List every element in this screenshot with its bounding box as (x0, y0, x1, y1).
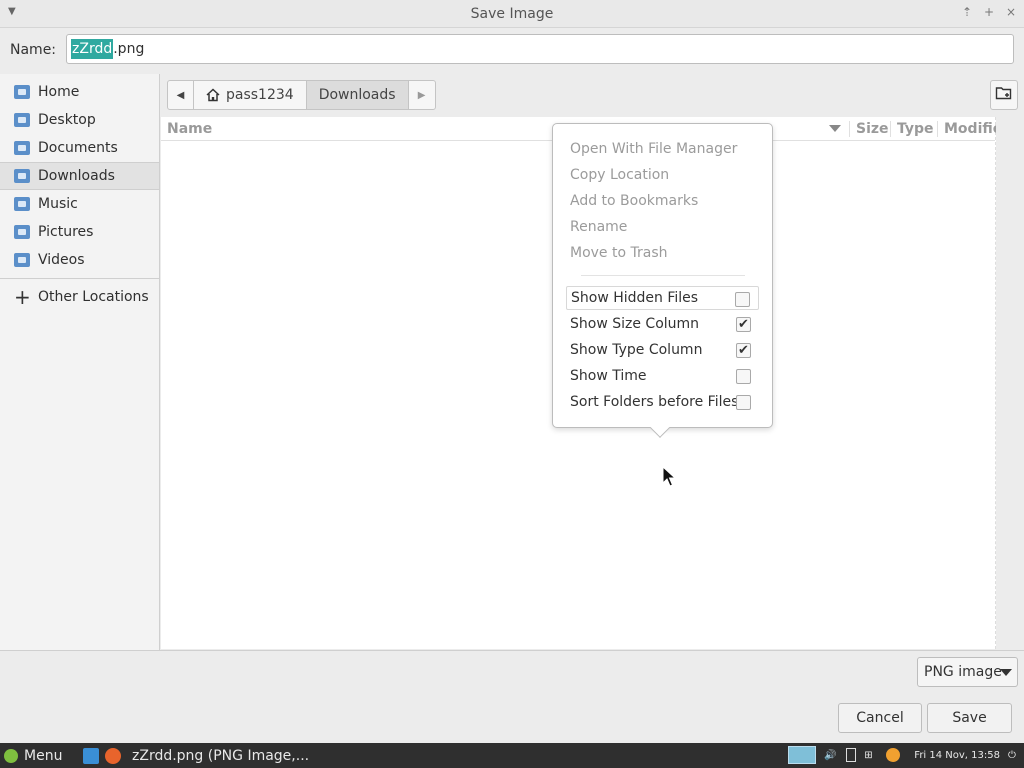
close-icon[interactable]: × (1004, 5, 1018, 19)
sidebar-item-videos[interactable]: Videos (0, 246, 159, 274)
documents-folder-icon (14, 141, 30, 155)
music-folder-icon (14, 197, 30, 211)
path-segment-home[interactable]: pass1234 (194, 81, 307, 109)
path-forward-button[interactable]: ▶ (409, 81, 435, 109)
toggle-show-size-column[interactable]: Show Size Column ✔ (566, 312, 759, 336)
network-icon[interactable]: ⊞ (864, 750, 878, 761)
taskbar-window-item[interactable]: zZrdd.png (PNG Image,... (132, 748, 309, 764)
start-menu-button[interactable]: Menu (0, 748, 80, 764)
window-title: Save Image (470, 5, 554, 22)
sidebar-item-music[interactable]: Music (0, 190, 159, 218)
mint-logo-icon (4, 748, 18, 763)
start-menu-label: Menu (24, 747, 63, 764)
maximize-icon[interactable]: + (982, 5, 996, 19)
path-segment-downloads[interactable]: Downloads (306, 81, 409, 109)
battery-icon[interactable] (846, 748, 857, 762)
menu-item-rename[interactable]: Rename (570, 219, 627, 235)
pictures-folder-icon (14, 225, 30, 239)
dropdown-arrow-icon (1000, 669, 1012, 676)
firefox-icon[interactable] (105, 747, 121, 764)
toggle-show-time[interactable]: Show Time (566, 364, 759, 388)
dialog-footer: PNG image Cancel Save (0, 650, 1024, 743)
window-menu-icon[interactable]: ▼ (8, 6, 16, 17)
sidebar-item-label: Desktop (38, 112, 96, 128)
minimize-icon[interactable]: ⇡ (960, 5, 974, 19)
workspace-switcher-icon[interactable] (788, 746, 817, 764)
menu-item-copy-location[interactable]: Copy Location (570, 167, 669, 183)
toggle-show-hidden-files[interactable]: Show Hidden Files (566, 286, 759, 310)
sidebar-item-desktop[interactable]: Desktop (0, 106, 159, 134)
path-back-button[interactable]: ◀ (168, 81, 194, 109)
sidebar-item-pictures[interactable]: Pictures (0, 218, 159, 246)
file-list-context-popover: Open With File Manager Copy Location Add… (552, 123, 773, 438)
file-type-filter-value: PNG image (924, 664, 1002, 680)
new-folder-icon (995, 85, 1013, 105)
chevron-right-icon: ▶ (417, 89, 426, 101)
sidebar-item-label: Downloads (38, 168, 115, 184)
toggle-label: Show Type Column (570, 342, 703, 358)
videos-folder-icon (14, 253, 30, 267)
power-icon[interactable]: ⏻ (1008, 750, 1020, 761)
volume-icon[interactable]: 🔊 (824, 750, 838, 761)
sidebar-item-label: Videos (38, 252, 85, 268)
sidebar-item-downloads[interactable]: Downloads (0, 162, 159, 190)
sidebar-divider (0, 278, 159, 279)
toggle-label: Show Hidden Files (571, 290, 699, 306)
checkbox-unchecked[interactable] (736, 369, 751, 384)
checkbox-unchecked[interactable] (736, 395, 751, 410)
home-folder-icon (14, 85, 30, 99)
chevron-left-icon: ◀ (176, 89, 185, 101)
checkbox-unchecked[interactable] (735, 292, 750, 307)
sidebar-item-other-locations[interactable]: + Other Locations (0, 283, 159, 311)
sidebar-item-documents[interactable]: Documents (0, 134, 159, 162)
cancel-button[interactable]: Cancel (838, 703, 922, 733)
toggle-label: Sort Folders before Files (570, 394, 739, 410)
clock[interactable]: Fri 14 Nov, 13:58 (914, 750, 1000, 761)
checkbox-checked[interactable]: ✔ (736, 317, 751, 332)
menu-item-open-with-file-manager[interactable]: Open With File Manager (570, 141, 737, 157)
column-type[interactable]: Type (890, 120, 938, 137)
toggle-show-type-column[interactable]: Show Type Column ✔ (566, 338, 759, 362)
path-segment-label: pass1234 (226, 87, 294, 103)
path-bar: ◀ pass1234 Downloads ▶ (167, 80, 436, 110)
menu-item-move-to-trash[interactable]: Move to Trash (570, 245, 668, 261)
taskbar: Menu zZrdd.png (PNG Image,... 🔊 ⊞ Fri 14… (0, 743, 1024, 768)
sidebar-item-label: Music (38, 196, 78, 212)
home-icon (206, 88, 220, 102)
plus-icon: + (14, 285, 31, 309)
filename-selected-text: zZrdd (71, 39, 114, 59)
desktop-folder-icon (14, 113, 30, 127)
new-folder-button[interactable] (990, 80, 1018, 110)
title-bar: ▼ Save Image ⇡ + × (0, 0, 1024, 28)
toggle-label: Show Time (570, 368, 647, 384)
filename-input[interactable]: zZrdd .png (66, 34, 1014, 64)
menu-divider (581, 275, 745, 276)
toggle-sort-folders-before-files[interactable]: Sort Folders before Files (566, 390, 759, 414)
sidebar-item-home[interactable]: Home (0, 78, 159, 106)
menu-item-add-to-bookmarks[interactable]: Add to Bookmarks (570, 193, 698, 209)
system-tray: 🔊 ⊞ Fri 14 Nov, 13:58 ⏻ (788, 746, 1020, 764)
places-sidebar: Home Desktop Documents Downloads Music P… (0, 74, 160, 650)
sidebar-item-label: Pictures (38, 224, 94, 240)
downloads-folder-icon (14, 169, 30, 183)
show-desktop-icon[interactable] (83, 747, 99, 764)
column-modified[interactable]: Modifie (937, 120, 996, 137)
update-shield-icon[interactable] (886, 748, 901, 762)
name-label: Name: (10, 42, 57, 58)
sort-descending-icon (829, 125, 841, 132)
checkbox-checked[interactable]: ✔ (736, 343, 751, 358)
sidebar-item-label: Documents (38, 140, 118, 156)
save-button[interactable]: Save (927, 703, 1012, 733)
window-buttons: ⇡ + × (960, 5, 1018, 19)
file-type-filter-select[interactable]: PNG image (917, 657, 1018, 687)
filename-extension: .png (113, 41, 145, 57)
name-row: Name: zZrdd .png (0, 28, 1024, 72)
column-name[interactable]: Name (167, 121, 212, 137)
sidebar-item-label: Home (38, 84, 80, 100)
path-segment-label: Downloads (318, 87, 396, 103)
sidebar-item-label: Other Locations (38, 289, 149, 305)
toggle-label: Show Size Column (570, 316, 700, 332)
mouse-cursor-icon (662, 465, 677, 492)
